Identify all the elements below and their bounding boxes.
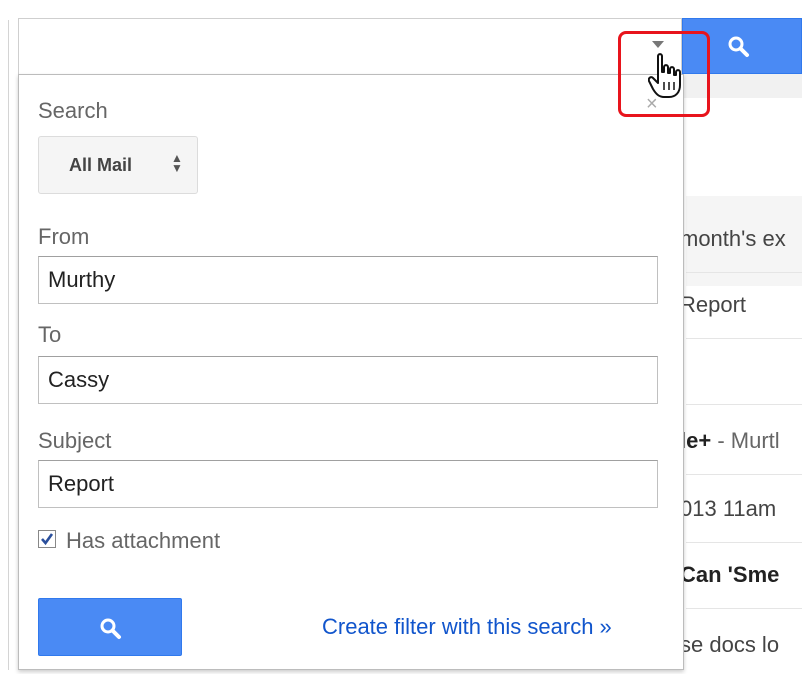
list-item[interactable]: Can 'Sme <box>680 562 779 588</box>
subject-field[interactable]: Report <box>38 460 658 508</box>
search-icon <box>100 618 121 639</box>
checkmark-icon <box>41 533 54 546</box>
from-label: From <box>38 224 90 249</box>
list-item[interactable]: Report <box>680 292 746 318</box>
row-divider <box>686 542 802 543</box>
search-scope-value: All Mail <box>69 155 133 175</box>
list-item[interactable]: le+ - Murtl <box>680 428 780 454</box>
list-item[interactable]: se docs lo <box>680 632 779 658</box>
row-divider <box>686 474 802 475</box>
list-item[interactable]: month's ex <box>680 226 786 252</box>
search-scope-label: Search <box>38 98 108 123</box>
create-filter-link[interactable]: Create filter with this search » <box>322 614 612 640</box>
search-icon <box>728 36 749 57</box>
row-divider <box>686 272 802 273</box>
has-attachment-checkbox[interactable] <box>38 530 56 548</box>
to-label: To <box>38 322 62 347</box>
subject-label: Subject <box>38 428 112 453</box>
search-input[interactable] <box>18 18 682 74</box>
row-divider <box>686 608 802 609</box>
has-attachment-label: Has attachment <box>66 528 221 553</box>
list-item[interactable]: 013 11am <box>680 496 776 522</box>
search-scope-select[interactable]: All Mail ▲ ▼ <box>38 136 198 194</box>
search-submit-button[interactable] <box>38 598 182 656</box>
from-field[interactable]: Murthy <box>38 256 658 304</box>
updown-arrows-icon: ▲ ▼ <box>171 151 183 175</box>
hand-cursor-icon <box>648 53 681 98</box>
row-divider <box>686 338 802 339</box>
row-divider <box>686 404 802 405</box>
to-field[interactable]: Cassy <box>38 356 658 404</box>
list-left-border <box>8 20 9 670</box>
